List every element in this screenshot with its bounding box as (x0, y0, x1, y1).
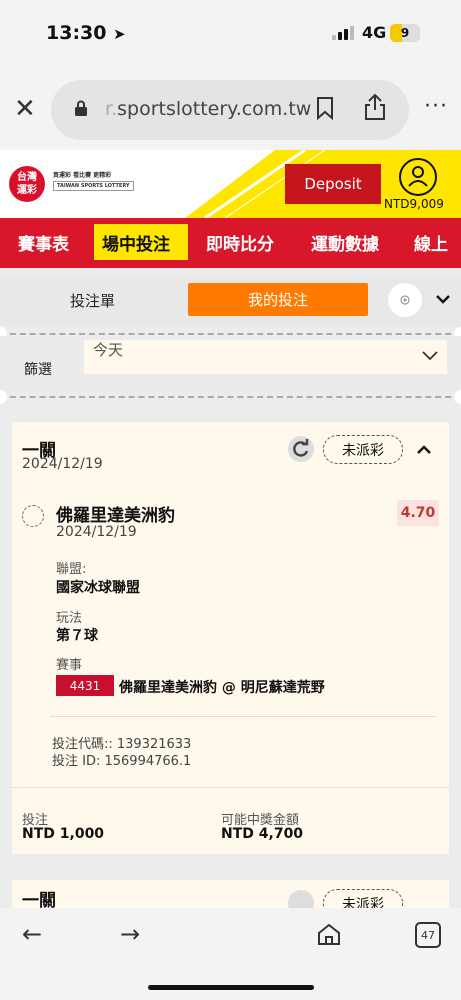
nav-item-schedule[interactable]: 賽事表 (18, 230, 69, 255)
logo-caption-1: 買運彩 看比賽 更精彩 (53, 172, 112, 179)
user-icon[interactable] (399, 158, 437, 196)
tab-betslip[interactable]: 投注單 (70, 290, 115, 311)
gear-icon (400, 295, 410, 305)
status-time: 13:30 ➤ (46, 22, 126, 44)
dashed-divider (0, 333, 461, 335)
more-icon[interactable]: ··· (424, 94, 448, 119)
location-arrow-icon: ➤ (113, 25, 126, 43)
market-label: 玩法 (56, 611, 83, 626)
nav-item-sports-data[interactable]: 運動數據 (311, 230, 379, 255)
bet-date: 2024/12/19 (22, 456, 103, 472)
nav-item-live-scores[interactable]: 即時比分 (206, 230, 274, 255)
card-divider (50, 716, 436, 717)
nav-item-online[interactable]: 線上 (414, 230, 448, 255)
battery-icon: 9 (390, 24, 420, 42)
close-icon[interactable]: ✕ (14, 94, 36, 124)
filter-select[interactable] (84, 340, 447, 374)
tab-my-bets[interactable]: 我的投注 (188, 283, 368, 316)
status-badge: 未派彩 (323, 435, 403, 464)
selection-date: 2024/12/19 (56, 524, 137, 540)
lock-icon (75, 100, 87, 116)
account-balance: NTD9,009 (384, 197, 444, 211)
chevron-down-icon[interactable] (420, 345, 440, 365)
selection-checkbox[interactable] (22, 505, 44, 527)
refresh-button[interactable] (288, 436, 314, 462)
chevron-down-icon[interactable] (434, 290, 452, 308)
event-code-badge: 4431 (56, 675, 114, 696)
odds-badge: 4.70 (397, 500, 439, 526)
refresh-icon (293, 439, 309, 457)
forward-arrow-icon[interactable]: → (120, 920, 140, 948)
filter-label: 篩選 (24, 362, 52, 378)
logo-caption-2: TAIWAN SPORTS LOTTERY (53, 181, 134, 191)
bet-id: 投注 ID: 156994766.1 (52, 754, 192, 769)
ticket-notch (454, 390, 461, 404)
tabs-count-button[interactable]: 47 (415, 922, 441, 948)
site-logo[interactable]: 台灣運彩 (9, 166, 45, 202)
network-type: 4G (362, 23, 387, 42)
signal-icon (332, 26, 354, 40)
logo-caption: 買運彩 看比賽 更精彩 TAIWAN SPORTS LOTTERY (53, 171, 134, 191)
payout-value: NTD 4,700 (221, 826, 304, 842)
league-value: 國家冰球聯盟 (56, 580, 140, 596)
event-label: 賽事 (56, 658, 83, 673)
logo-text: 台灣運彩 (17, 172, 37, 196)
settings-button[interactable] (388, 283, 422, 317)
battery-level: 9 (400, 26, 410, 40)
event-name: 佛羅里達美洲豹 @ 明尼蘇達荒野 (119, 680, 325, 696)
deposit-button[interactable]: Deposit (285, 164, 381, 204)
league-label: 聯盟: (56, 562, 87, 577)
nav-item-live-betting[interactable]: 場中投注 (102, 230, 170, 255)
url-text[interactable]: r.sportslottery.com.tw (105, 98, 311, 120)
home-indicator[interactable] (148, 985, 314, 990)
dashed-divider (0, 396, 461, 398)
home-icon[interactable] (316, 922, 342, 946)
time-text: 13:30 (46, 22, 107, 44)
url-domain: sportslottery.com.tw (117, 98, 312, 120)
chevron-up-icon[interactable] (416, 443, 432, 455)
share-icon[interactable] (364, 93, 386, 121)
selection-team: 佛羅里達美洲豹 (56, 506, 175, 526)
back-arrow-icon[interactable]: ← (22, 920, 42, 948)
stake-value: NTD 1,000 (22, 826, 105, 842)
market-value: 第７球 (56, 628, 98, 644)
bookmark-icon[interactable] (316, 96, 334, 120)
filter-value: 今天 (93, 341, 124, 359)
